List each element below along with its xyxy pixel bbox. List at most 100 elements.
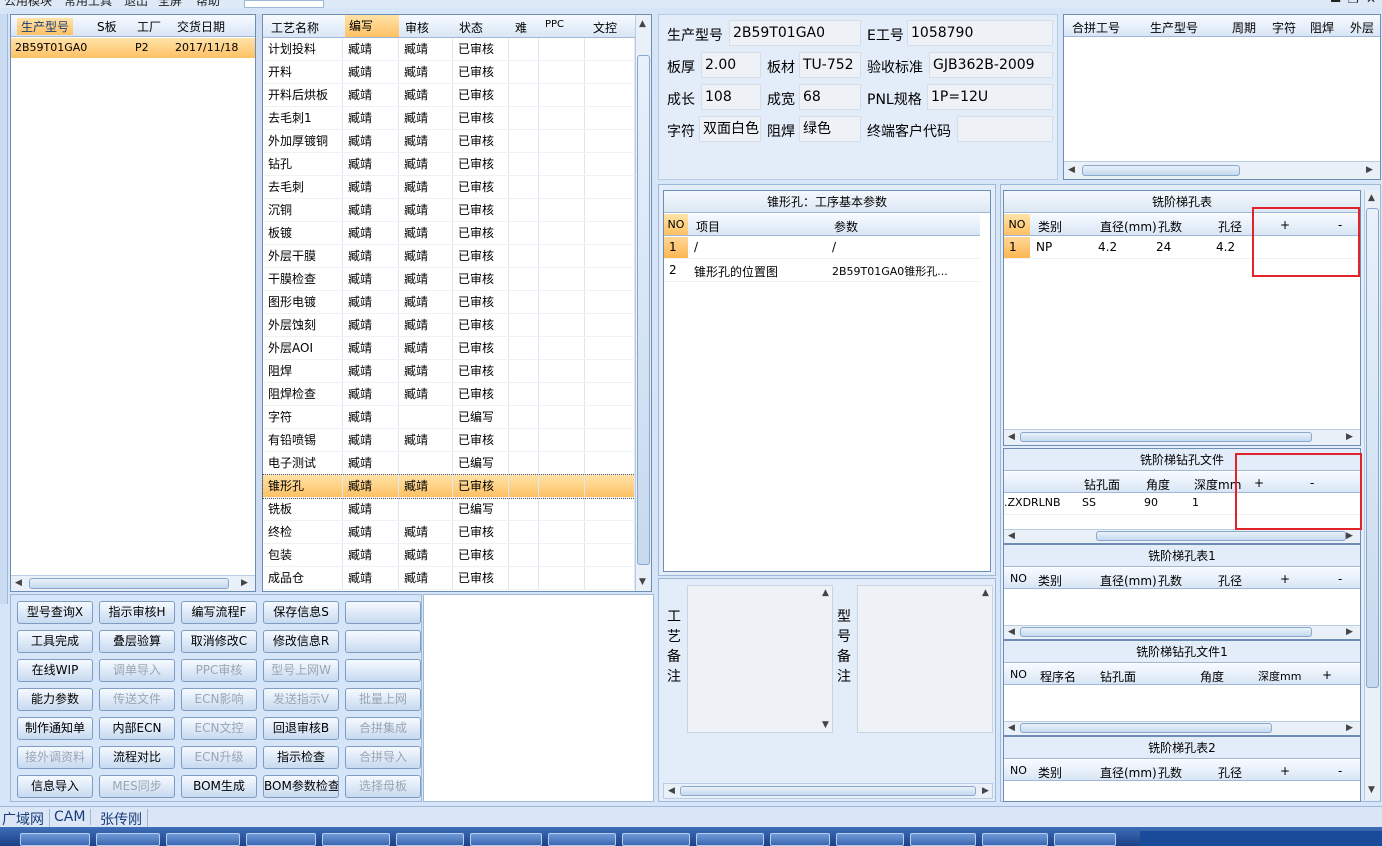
taskbar-item[interactable] (246, 833, 316, 846)
field-solder-mask[interactable]: 绿色 (799, 116, 861, 142)
action-button[interactable]: 能力参数 (17, 688, 93, 711)
col-hole[interactable]: 孔径 (1218, 572, 1242, 589)
action-button[interactable]: 叠层验算 (99, 630, 175, 653)
table-row[interactable]: 计划投料 臧靖 臧靖 已审核 (263, 38, 635, 61)
table-row[interactable]: 图形电镀 臧靖 臧靖 已审核 (263, 291, 635, 314)
scroll-down-icon[interactable]: ▼ (822, 720, 829, 730)
action-button[interactable]: BOM参数检查 (263, 775, 339, 798)
action-button[interactable]: BOM生成 (181, 775, 257, 798)
field-e-no[interactable]: 1058790 (907, 20, 1053, 46)
taskbar-item[interactable] (1054, 833, 1116, 846)
col-drill-side[interactable]: 钻孔面 (1084, 476, 1120, 493)
menu-item-tools[interactable]: 常用工具 (64, 0, 112, 8)
step1-hscrollbar[interactable]: ◀ ▶ (1004, 429, 1360, 445)
col-angle[interactable]: 角度 (1146, 476, 1170, 493)
action-button[interactable]: ECN升级 (181, 746, 257, 769)
scroll-up-icon[interactable]: ▲ (982, 588, 989, 598)
col-count[interactable]: 孔数 (1158, 218, 1182, 235)
col-merge-mask[interactable]: 阻焊 (1310, 19, 1334, 36)
merge-hscrollbar[interactable]: ◀ ▶ (1064, 161, 1380, 179)
action-button[interactable]: 选择母板 (345, 775, 421, 798)
action-button[interactable]: 传送文件 (99, 688, 175, 711)
scroll-thumb[interactable] (1366, 208, 1379, 688)
close-icon[interactable]: ✕ (1366, 0, 1376, 6)
col-reviewer[interactable]: 审核 (405, 19, 429, 36)
scroll-thumb[interactable] (680, 786, 976, 796)
table-row[interactable]: 2 锥形孔的位置图 2B59T01GA0锥形孔... (664, 260, 980, 282)
scroll-thumb[interactable] (29, 578, 229, 589)
table-row[interactable]: 去毛刺1 臧靖 臧靖 已审核 (263, 107, 635, 130)
scroll-left-icon[interactable]: ◀ (1008, 531, 1015, 541)
step2-hscrollbar[interactable]: ◀ ▶ (1004, 625, 1360, 639)
table-row[interactable]: 铣板 臧靖 已编写 (263, 498, 635, 521)
field-thickness[interactable]: 2.00 (701, 52, 761, 78)
action-button[interactable]: 内部ECN (99, 717, 175, 740)
table-row[interactable]: 开料 臧靖 臧靖 已审核 (263, 61, 635, 84)
taskbar-item[interactable] (166, 833, 240, 846)
action-button[interactable]: 批量上网 (345, 688, 421, 711)
table-row[interactable]: 去毛刺 臧靖 臧靖 已审核 (263, 176, 635, 199)
field-width[interactable]: 68 (799, 84, 861, 110)
col-process-name[interactable]: 工艺名称 (271, 19, 319, 36)
scroll-right-icon[interactable]: ▶ (1346, 432, 1353, 442)
taskbar-item[interactable] (20, 833, 90, 846)
action-button[interactable]: 指示审核H (99, 601, 175, 624)
scroll-thumb[interactable] (1096, 531, 1346, 541)
col-ppc[interactable]: PPC (545, 19, 564, 30)
col-delivery[interactable]: 交货日期 (177, 18, 225, 35)
col-merge-model[interactable]: 生产型号 (1150, 19, 1198, 36)
col-hole[interactable]: 孔径 (1218, 764, 1242, 781)
step-drill-hscrollbar[interactable]: ◀ ▶ (1004, 529, 1360, 543)
taskbar-item[interactable] (96, 833, 160, 846)
scroll-left-icon[interactable]: ◀ (668, 786, 675, 796)
col-type[interactable]: 类别 (1038, 572, 1062, 589)
action-button[interactable]: 信息导入 (17, 775, 93, 798)
field-pnl[interactable]: 1P=12U (927, 84, 1053, 110)
table-row[interactable]: 1 / / (664, 237, 980, 259)
action-button[interactable]: 取消修改C (181, 630, 257, 653)
action-button[interactable]: 保存信息S (263, 601, 339, 624)
scroll-left-icon[interactable]: ◀ (15, 578, 22, 588)
col-item[interactable]: 项目 (696, 218, 720, 235)
action-button[interactable] (345, 659, 421, 682)
col-status[interactable]: 状态 (459, 19, 483, 36)
scroll-left-icon[interactable]: ◀ (1008, 627, 1015, 637)
step-vscrollbar[interactable]: ▲ ▼ (1364, 190, 1380, 800)
action-button[interactable]: 工具完成 (17, 630, 93, 653)
field-customer-code[interactable] (957, 116, 1053, 142)
col-writer[interactable]: 编写 (345, 15, 399, 37)
table-row[interactable]: 锥形孔 臧靖 臧靖 已审核 (262, 474, 636, 499)
menu-item-common[interactable]: 公用模块 (4, 0, 52, 8)
remove-icon[interactable]: - (1338, 572, 1342, 586)
table-row[interactable]: 外层AOI 臧靖 臧靖 已审核 (263, 337, 635, 360)
action-button[interactable]: 型号查询X (17, 601, 93, 624)
left-splitter[interactable] (0, 14, 8, 604)
action-button[interactable]: 指示检查 (263, 746, 339, 769)
scroll-thumb[interactable] (1020, 432, 1312, 442)
col-diameter[interactable]: 直径(mm) (1100, 218, 1157, 235)
col-merge-no[interactable]: 合拼工号 (1072, 19, 1120, 36)
action-button[interactable]: 型号上网W (263, 659, 339, 682)
table-row[interactable]: 外层蚀刻 臧靖 臧靖 已审核 (263, 314, 635, 337)
process-remark-field[interactable]: ▲ ▼ (687, 585, 833, 733)
table-row[interactable]: 2B59T01GA0 P2 2017/11/18 (11, 38, 255, 58)
table-row[interactable]: 外层干膜 臧靖 臧靖 已审核 (263, 245, 635, 268)
col-type[interactable]: 类别 (1038, 764, 1062, 781)
scroll-right-icon[interactable]: ▶ (1366, 165, 1373, 175)
scroll-down-icon[interactable]: ▼ (1368, 785, 1375, 795)
action-button[interactable]: MES同步 (99, 775, 175, 798)
model-remark-field[interactable]: ▲ (857, 585, 993, 733)
field-model[interactable]: 2B59T01GA0 (729, 20, 861, 46)
action-button[interactable]: ECN影响 (181, 688, 257, 711)
process-vscrollbar[interactable]: ▲ ▼ (635, 15, 651, 591)
col-no[interactable]: NO (1010, 572, 1027, 585)
table-row[interactable]: 电子测试 臧靖 已编写 (263, 452, 635, 475)
menu-item-exit[interactable]: 退出 (124, 0, 148, 8)
scroll-left-icon[interactable]: ◀ (1008, 432, 1015, 442)
table-row[interactable]: 终检 臧靖 臧靖 已审核 (263, 521, 635, 544)
col-no[interactable]: NO (664, 214, 688, 235)
action-button[interactable] (345, 630, 421, 653)
add-icon[interactable]: + (1280, 764, 1290, 778)
action-button[interactable]: 调单导入 (99, 659, 175, 682)
table-row[interactable]: 阻焊 臧靖 臧靖 已审核 (263, 360, 635, 383)
